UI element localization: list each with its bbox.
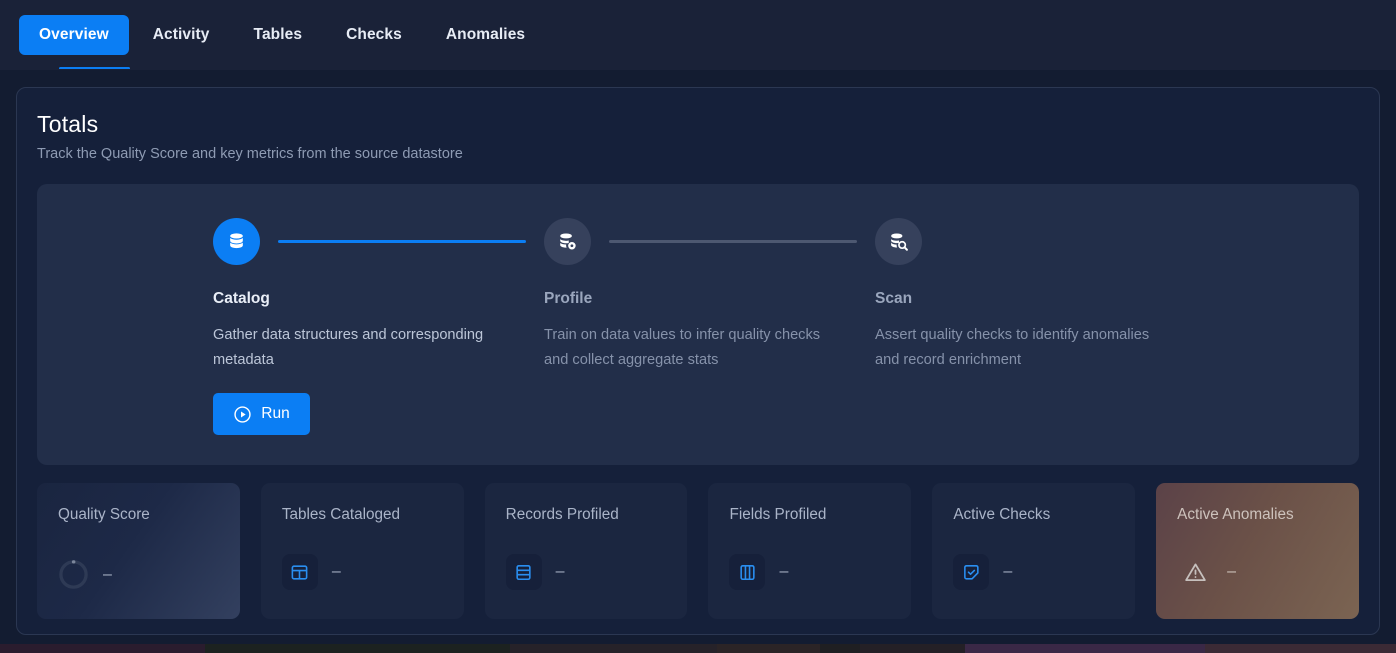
bottom-strip-segment-1 [205,644,510,653]
step-connector-1 [278,239,526,243]
bottom-strip-segment-7 [1205,644,1396,653]
metric-card-active-anomalies[interactable]: Active Anomalies – [1156,483,1359,619]
step-scan[interactable]: Scan Assert quality checks to identify a… [875,216,1275,435]
tab-activity[interactable]: Activity [133,15,230,55]
tab-overview[interactable]: Overview [19,15,129,55]
metric-card-fields-profiled[interactable]: Fields Profiled – [708,483,912,619]
tab-anomalies[interactable]: Anomalies [426,15,545,55]
metric-records-profiled-body: – [505,554,565,590]
step-scan-head [875,216,1275,266]
metric-card-active-checks[interactable]: Active Checks – [932,483,1136,619]
metric-active-anomalies-body: – [1177,554,1236,590]
table-grid-icon [281,554,318,590]
step-connector-2 [609,239,857,243]
step-profile[interactable]: Profile Train on data values to infer qu… [544,216,875,435]
metric-fields-profiled-value: – [779,563,789,580]
metric-card-tables-cataloged[interactable]: Tables Cataloged – [260,483,464,619]
database-search-icon [887,230,910,253]
step-catalog[interactable]: Catalog Gather data structures and corre… [213,216,544,435]
metric-active-checks-title: Active Checks [953,506,1051,523]
main-tab-bar: Overview Activity Tables Checks Anomalie… [0,0,1396,70]
step-catalog-label: Catalog [213,290,270,307]
pipeline-stepper-card: Catalog Gather data structures and corre… [37,184,1359,465]
tab-checks-label: Checks [346,26,402,43]
totals-panel: Totals Track the Quality Score and key m… [16,87,1380,635]
database-icon [225,230,248,253]
metric-quality-score-body: – [58,559,112,590]
play-circle-icon [233,405,252,424]
step-profile-label: Profile [544,290,593,307]
metric-fields-profiled-body: – [729,554,788,590]
step-scan-description: Assert quality checks to identify anomal… [875,327,1150,368]
bottom-strip-segment-6 [965,644,1205,653]
tab-overview-label: Overview [39,26,109,43]
step-profile-description: Train on data values to infer quality ch… [544,327,821,368]
step-scan-circle[interactable] [875,217,922,265]
metric-active-checks-body: – [953,554,1012,590]
page-title: Totals [37,111,99,137]
bottom-strip-segment-2 [510,644,717,653]
bottom-strip-segment-0 [0,644,205,653]
columns-icon [729,554,766,590]
metric-card-records-profiled[interactable]: Records Profiled – [484,483,688,619]
tab-tables-label: Tables [253,26,303,43]
metric-active-anomalies-value: – [1227,563,1237,580]
metric-quality-score-title: Quality Score [58,506,150,523]
step-catalog-head [213,216,544,266]
warning-triangle-icon [1177,554,1213,590]
metric-records-profiled-value: – [555,563,565,580]
rows-icon [505,554,542,590]
metric-tables-cataloged-body: – [281,554,341,590]
progress-ring-icon [58,559,89,590]
bottom-strip-segment-3 [717,644,820,653]
metric-fields-profiled-title: Fields Profiled [729,506,827,523]
metric-tables-cataloged-title: Tables Cataloged [281,506,401,523]
page-subtitle: Track the Quality Score and key metrics … [37,146,463,162]
metric-quality-score-value: – [103,565,112,583]
metric-tables-cataloged-value: – [331,563,341,580]
pipeline-steps: Catalog Gather data structures and corre… [37,216,1359,435]
step-profile-head [544,216,875,266]
metric-active-checks-value: – [1003,563,1013,580]
run-button[interactable]: Run [213,393,310,435]
metric-records-profiled-title: Records Profiled [505,506,619,523]
bottom-cutoff-strip [0,644,1396,653]
check-square-icon [953,554,990,590]
tab-tables[interactable]: Tables [234,15,323,55]
database-gear-icon [556,230,579,253]
step-catalog-circle[interactable] [213,217,260,265]
metric-card-quality-score[interactable]: Quality Score – [37,483,240,619]
metric-cards-row: Quality Score – Tables Cataloged – Recor… [37,483,1359,619]
page-body: Totals Track the Quality Score and key m… [0,70,1396,653]
step-scan-label: Scan [875,290,913,307]
metric-active-anomalies-title: Active Anomalies [1177,506,1294,523]
run-button-label: Run [261,405,290,422]
bottom-strip-segment-4 [820,644,860,653]
step-catalog-description: Gather data structures and corresponding… [213,327,484,368]
tab-anomalies-label: Anomalies [445,26,526,43]
step-profile-circle[interactable] [544,217,591,265]
tab-activity-label: Activity [152,26,210,43]
tab-checks[interactable]: Checks [326,15,422,55]
bottom-strip-segment-5 [860,644,965,653]
